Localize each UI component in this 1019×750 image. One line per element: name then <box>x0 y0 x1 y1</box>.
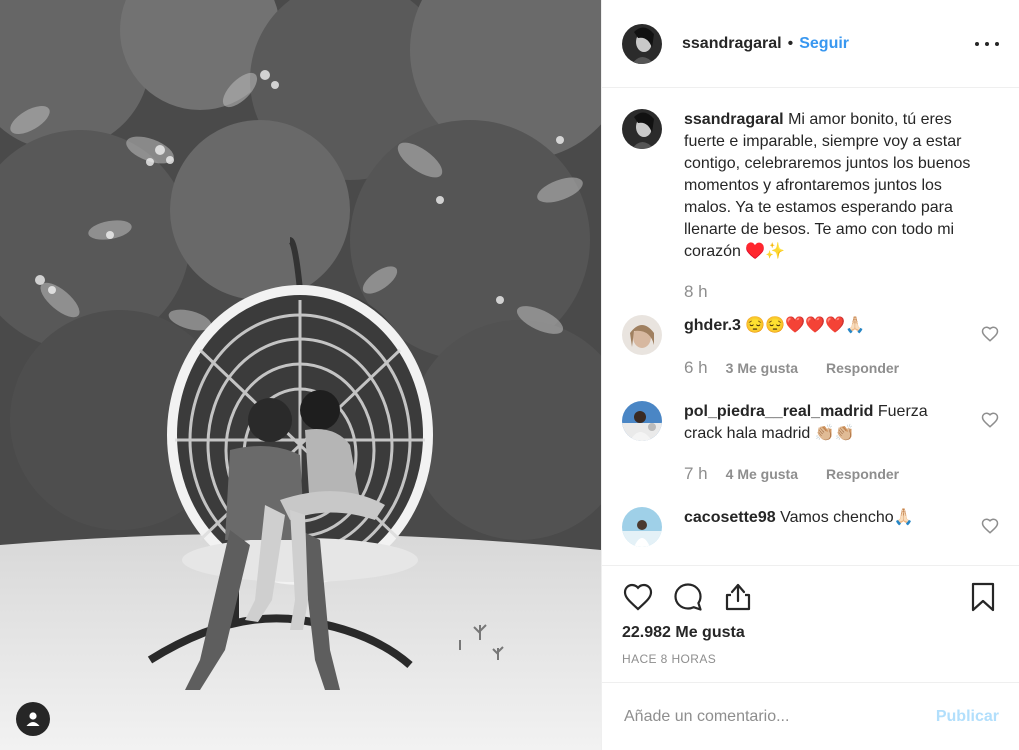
post-author-username[interactable]: ssandragaral <box>682 35 782 53</box>
publish-button[interactable]: Publicar <box>936 708 999 726</box>
caption: ssandragaral Mi amor bonito, tú eres fue… <box>622 109 999 303</box>
comment-likes[interactable]: 4 Me gusta <box>726 463 798 485</box>
user-tag-button[interactable] <box>16 702 50 736</box>
caption-username[interactable]: ssandragaral <box>684 111 784 128</box>
comment-time[interactable]: 6 h <box>684 357 708 379</box>
comment-likes[interactable]: 3 Me gusta <box>726 357 798 379</box>
comment-username[interactable]: cacosette98 <box>684 509 776 526</box>
post-photo[interactable] <box>0 0 601 750</box>
avatar-image <box>622 23 662 64</box>
comment-like-heart-icon[interactable] <box>981 517 999 535</box>
user-tag-icon <box>26 712 40 726</box>
reply-button[interactable]: Responder <box>826 463 899 485</box>
post-side-panel: ssandragaral • Seguir ssandragaral Mi am… <box>601 0 1019 750</box>
likes-count[interactable]: 22.982 Me gusta <box>622 624 999 642</box>
comment-text: 😔😔❤️❤️❤️🙏🏻 <box>745 317 865 334</box>
avatar-image <box>622 507 662 547</box>
photo-illustration <box>0 0 601 750</box>
comment-icon[interactable] <box>672 581 704 613</box>
caption-body: ssandragaral Mi amor bonito, tú eres fue… <box>684 109 999 303</box>
action-icons <box>622 580 999 614</box>
comment-username[interactable]: pol_piedra__real_madrid <box>684 403 873 420</box>
comment-item: cacosette98 Vamos chencho🙏🏻 <box>622 507 999 547</box>
avatar[interactable] <box>622 401 662 441</box>
follow-button[interactable]: Seguir <box>799 35 849 53</box>
share-icon[interactable] <box>722 581 754 613</box>
comment-item: pol_piedra__real_madrid Fuerza crack hal… <box>622 401 999 485</box>
avatar[interactable] <box>622 23 662 64</box>
post-header: ssandragaral • Seguir <box>602 0 1019 88</box>
avatar[interactable] <box>622 507 662 547</box>
comment-like-heart-icon[interactable] <box>981 411 999 429</box>
avatar-image <box>622 109 662 149</box>
bookmark-icon[interactable] <box>967 581 999 613</box>
post-actions: 22.982 Me gusta HACE 8 HORAS <box>602 565 1019 682</box>
comment-input[interactable] <box>622 706 936 727</box>
comment-username[interactable]: ghder.3 <box>684 317 741 334</box>
caption-meta: 8 h <box>684 281 989 303</box>
comment-item: ghder.3 😔😔❤️❤️❤️🙏🏻 6 h 3 Me gusta Respon… <box>622 315 999 379</box>
comment-body: cacosette98 Vamos chencho🙏🏻 <box>684 507 999 547</box>
avatar-image <box>622 315 662 355</box>
more-options-dot <box>975 41 979 46</box>
avatar[interactable] <box>622 315 662 355</box>
avatar[interactable] <box>622 109 662 149</box>
comment-meta: 6 h 3 Me gusta Responder <box>684 357 965 379</box>
post-time-ago[interactable]: HACE 8 HORAS <box>622 652 999 666</box>
reply-button[interactable]: Responder <box>826 357 899 379</box>
post-modal: ssandragaral • Seguir ssandragaral Mi am… <box>0 0 1019 750</box>
comment-time[interactable]: 7 h <box>684 463 708 485</box>
comment-meta: 7 h 4 Me gusta Responder <box>684 463 965 485</box>
more-options-dot <box>995 41 999 46</box>
caption-time[interactable]: 8 h <box>684 281 708 303</box>
caption-text: Mi amor bonito, tú eres fuerte e imparab… <box>684 111 971 260</box>
add-comment-bar: Publicar <box>602 682 1019 750</box>
avatar-image <box>622 401 662 441</box>
comment-like-heart-icon[interactable] <box>981 325 999 343</box>
follow-separator: • <box>787 34 794 52</box>
comment-body: ghder.3 😔😔❤️❤️❤️🙏🏻 6 h 3 Me gusta Respon… <box>684 315 999 379</box>
comments-list[interactable]: ssandragaral Mi amor bonito, tú eres fue… <box>602 88 1019 565</box>
comment-text: Vamos chencho🙏🏻 <box>780 509 914 526</box>
more-options-icon[interactable] <box>975 41 999 46</box>
heart-icon[interactable] <box>622 581 654 613</box>
more-options-dot <box>985 41 989 46</box>
comment-body: pol_piedra__real_madrid Fuerza crack hal… <box>684 401 999 485</box>
